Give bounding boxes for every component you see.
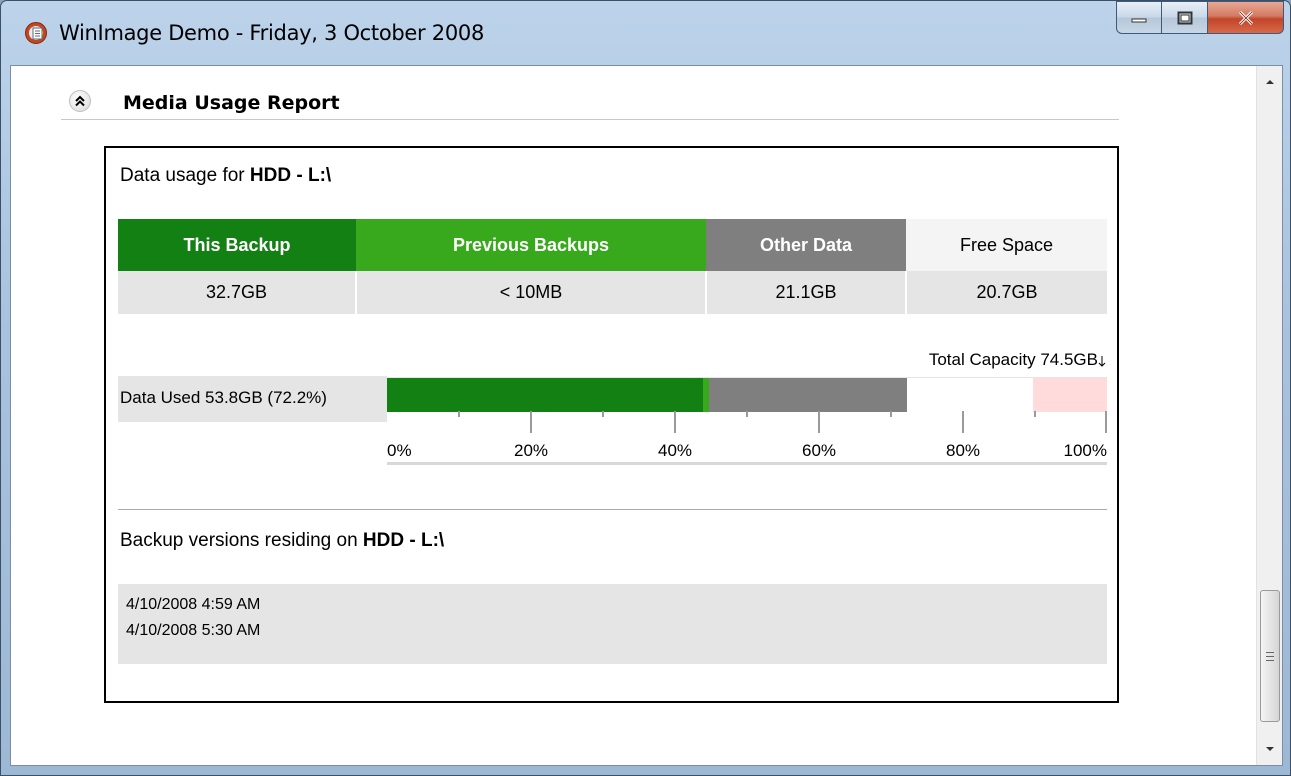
backup-versions-heading-target: HDD - L:\ <box>362 530 445 551</box>
axis-label: 80% <box>945 441 981 460</box>
total-capacity: Total Capacity 74.5GB <box>929 350 1106 370</box>
backup-versions-list: 4/10/2008 4:59 AM 4/10/2008 5:30 AM <box>118 584 1107 664</box>
axis-tick <box>674 411 676 433</box>
section-title: Media Usage Report <box>123 92 340 114</box>
minimize-button[interactable] <box>1116 1 1162 34</box>
backup-version-item[interactable]: 4/10/2008 4:59 AM <box>126 596 1107 622</box>
usage-bar-segment-this-backup <box>387 378 704 412</box>
scroll-up-arrow-icon <box>1265 80 1274 84</box>
usage-bar-segment-free-space <box>906 378 1033 412</box>
scroll-down-arrow-icon <box>1265 747 1274 751</box>
axis-tick <box>602 411 604 417</box>
grip-icon <box>1266 651 1274 661</box>
axis-tick <box>530 411 532 433</box>
scroll-thumb[interactable] <box>1260 590 1280 722</box>
column-header-previous-backups: Previous Backups <box>356 219 706 271</box>
collapse-icon[interactable] <box>69 90 91 112</box>
close-icon <box>1238 10 1253 25</box>
app-icon <box>25 22 47 44</box>
maximize-icon <box>1177 11 1192 24</box>
axis-tick <box>746 411 748 417</box>
value-previous-backups: < 10MB <box>356 271 707 314</box>
close-button[interactable] <box>1208 1 1284 34</box>
usage-bar-segment-reserved-zone <box>1032 378 1107 412</box>
maximize-button[interactable] <box>1162 1 1208 34</box>
vertical-scrollbar[interactable] <box>1256 66 1282 765</box>
axis-label: 0% <box>387 441 412 460</box>
usage-bar <box>387 377 1107 412</box>
axis-label: 40% <box>657 441 693 460</box>
backup-version-item[interactable]: 4/10/2008 5:30 AM <box>126 622 1107 648</box>
axis-tick <box>962 411 964 433</box>
double-chevron-up-icon <box>75 95 85 107</box>
app-window: WinImage Demo - Friday, 3 October 2008 M… <box>0 0 1291 776</box>
media-usage-panel: Data usage for HDD - L:\ This Backup Pre… <box>104 146 1119 703</box>
value-free-space: 20.7GB <box>906 271 1107 314</box>
data-usage-heading-prefix: Data usage for <box>120 165 250 186</box>
scroll-up-button[interactable] <box>1257 70 1282 94</box>
axis-tick <box>818 411 820 433</box>
backup-versions-heading-prefix: Backup versions residing on <box>120 530 363 551</box>
axis-label: 20% <box>513 441 549 460</box>
section-divider <box>118 509 1107 510</box>
backup-versions-heading: Backup versions residing on HDD - L:\ <box>120 530 444 552</box>
axis-line <box>387 462 1107 465</box>
axis-tick <box>1034 411 1036 417</box>
window-title: WinImage Demo - Friday, 3 October 2008 <box>59 21 485 45</box>
arrow-down-icon <box>1098 356 1106 367</box>
usage-bar-segment-other-data <box>708 378 907 412</box>
value-other-data: 21.1GB <box>706 271 907 314</box>
axis-label: 60% <box>801 441 837 460</box>
usage-table: This Backup Previous Backups Other Data … <box>118 219 1107 314</box>
scroll-down-button[interactable] <box>1257 737 1282 761</box>
axis-label: 100% <box>1063 441 1107 460</box>
data-usage-heading-target: HDD - L:\ <box>249 165 332 186</box>
value-this-backup: 32.7GB <box>118 271 357 314</box>
axis-tick <box>1105 411 1107 433</box>
report-content: Media Usage Report Data usage for HDD - … <box>11 66 1258 765</box>
minimize-icon <box>1131 18 1147 22</box>
total-capacity-label: Total Capacity 74.5GB <box>928 350 1098 369</box>
report-pane: Media Usage Report Data usage for HDD - … <box>10 65 1283 766</box>
window-controls <box>1116 1 1284 37</box>
data-used-label: Data Used 53.8GB (72.2%) <box>118 376 387 422</box>
column-header-this-backup: This Backup <box>118 219 356 271</box>
axis-tick <box>458 411 460 417</box>
section-header: Media Usage Report <box>61 86 1119 120</box>
usage-axis: 0% 20% 40% 60% 80% 100% <box>387 411 1107 465</box>
axis-tick <box>890 411 892 417</box>
data-usage-heading: Data usage for HDD - L:\ <box>120 165 331 187</box>
title-bar[interactable]: WinImage Demo - Friday, 3 October 2008 <box>1 1 1290 65</box>
column-header-free-space: Free Space <box>906 219 1107 271</box>
column-header-other-data: Other Data <box>706 219 906 271</box>
